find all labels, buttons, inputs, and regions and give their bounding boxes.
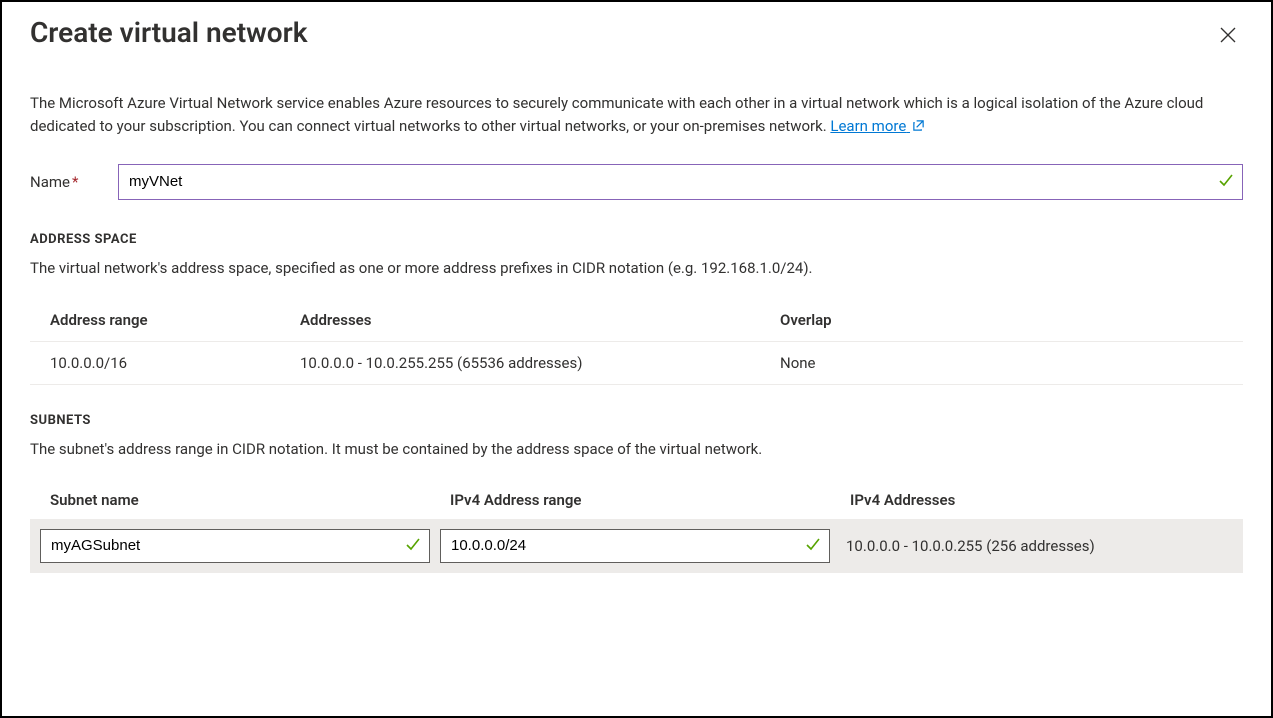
address-space-heading: ADDRESS SPACE — [30, 232, 1243, 247]
create-virtual-network-panel: Create virtual network The Microsoft Azu… — [0, 0, 1273, 718]
intro-text: The Microsoft Azure Virtual Network serv… — [30, 94, 1203, 135]
panel-header: Create virtual network — [30, 16, 1243, 77]
subnets-heading: SUBNETS — [30, 413, 1243, 428]
subnet-row[interactable]: 10.0.0.0 - 10.0.0.255 (256 addresses) — [30, 519, 1243, 573]
col-header-ipv4-addresses: IPv4 Addresses — [850, 491, 1243, 509]
cell-ipv4-addresses: 10.0.0.0 - 10.0.0.255 (256 addresses) — [840, 537, 1243, 555]
external-link-icon — [912, 116, 925, 139]
address-space-description: The virtual network's address space, spe… — [30, 257, 1243, 280]
subnets-description: The subnet's address range in CIDR notat… — [30, 438, 1243, 461]
name-input-wrap — [118, 164, 1243, 200]
col-header-subnet-name: Subnet name — [50, 491, 450, 509]
subnets-table: Subnet name IPv4 Address range IPv4 Addr… — [30, 481, 1243, 573]
close-button[interactable] — [1213, 20, 1243, 50]
col-header-range: Address range — [50, 311, 300, 329]
address-space-table: Address range Addresses Overlap 10.0.0.0… — [30, 299, 1243, 385]
cell-range: 10.0.0.0/16 — [50, 354, 300, 372]
intro-paragraph: The Microsoft Azure Virtual Network serv… — [30, 92, 1243, 140]
subnet-range-input[interactable] — [440, 529, 830, 563]
name-input[interactable] — [118, 164, 1243, 200]
subnets-table-header: Subnet name IPv4 Address range IPv4 Addr… — [30, 481, 1243, 519]
col-header-overlap: Overlap — [780, 311, 1223, 329]
close-icon — [1219, 26, 1237, 44]
col-header-addresses: Addresses — [300, 311, 780, 329]
panel-title: Create virtual network — [30, 16, 308, 49]
col-header-ipv4-range: IPv4 Address range — [450, 491, 850, 509]
subnet-name-input[interactable] — [40, 529, 430, 563]
cell-addresses: 10.0.0.0 - 10.0.255.255 (65536 addresses… — [300, 354, 780, 372]
name-field-row: Name* — [30, 164, 1243, 200]
required-asterisk: * — [70, 173, 78, 191]
subnet-name-input-wrap — [40, 529, 430, 563]
address-space-row[interactable]: 10.0.0.0/16 10.0.0.0 - 10.0.255.255 (655… — [30, 342, 1243, 385]
subnet-range-input-wrap — [440, 529, 830, 563]
name-label: Name* — [30, 173, 118, 191]
address-space-table-header: Address range Addresses Overlap — [30, 299, 1243, 342]
cell-overlap: None — [780, 354, 1223, 372]
learn-more-link[interactable]: Learn more — [830, 117, 925, 135]
